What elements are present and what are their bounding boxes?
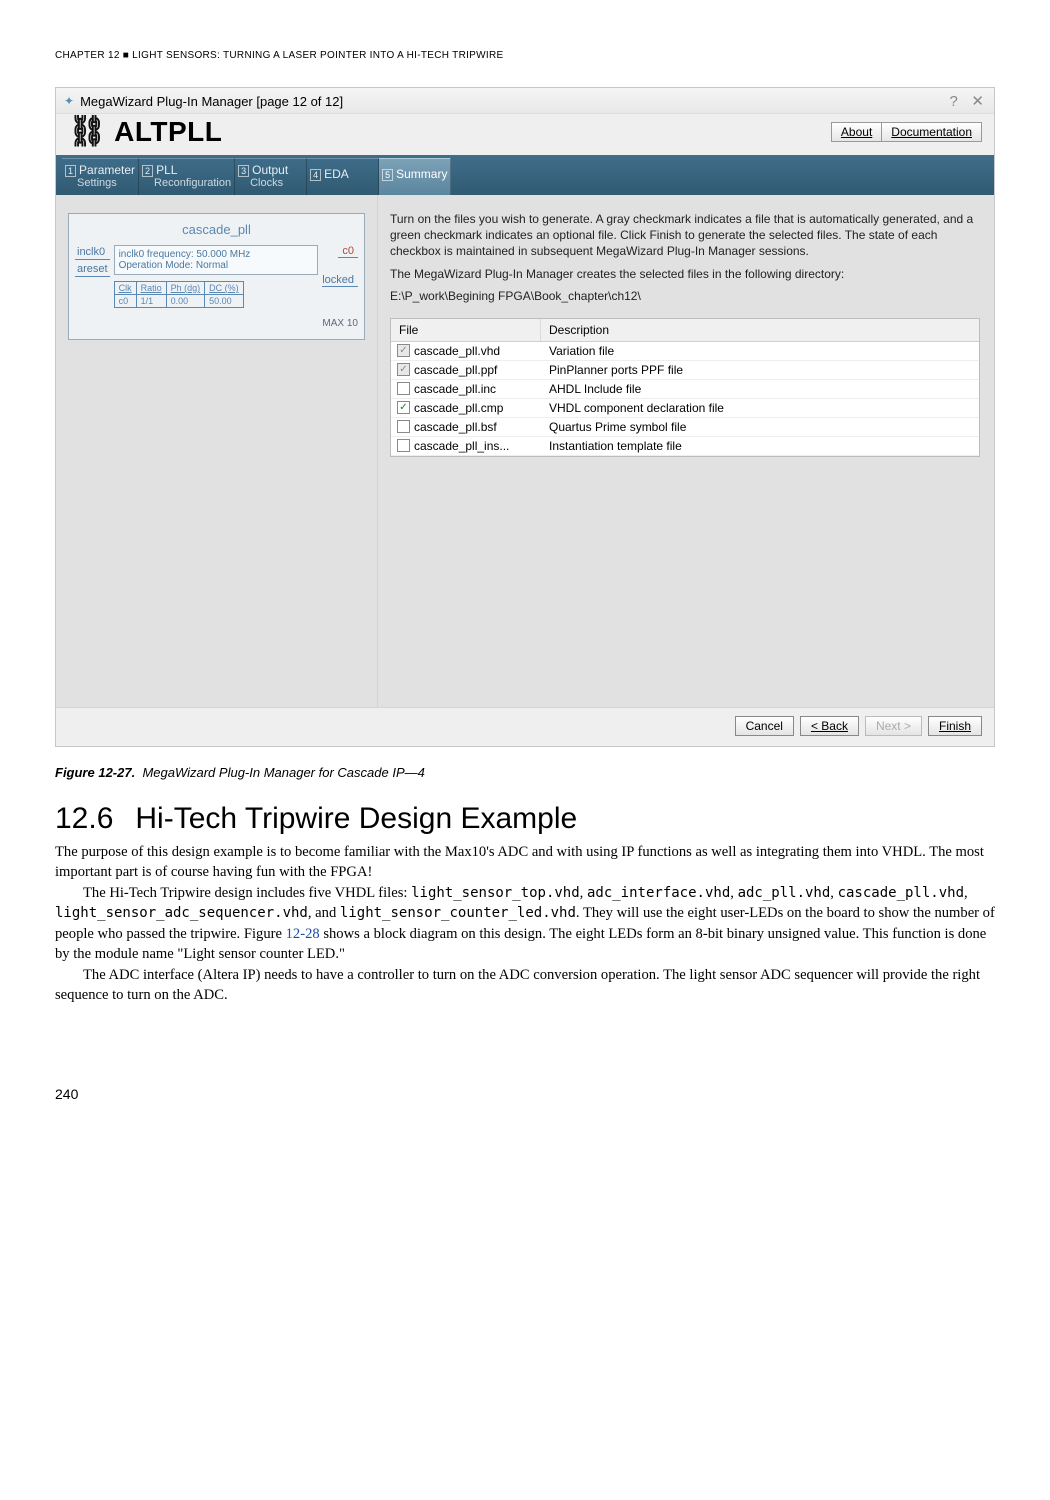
about-button[interactable]: About — [831, 122, 881, 142]
file-description: Variation file — [541, 342, 979, 360]
megawizard-window: ✦ MegaWizard Plug-In Manager [page 12 of… — [55, 87, 995, 747]
file-list-table: File Description ✓ cascade_pll.vhd Variati… — [390, 318, 980, 457]
help-icon[interactable]: ? — [949, 93, 957, 110]
window-titlebar: ✦ MegaWizard Plug-In Manager [page 12 of… — [56, 88, 994, 114]
altpll-icon: ⛓ — [68, 114, 106, 149]
block-diagram: cascade_pll inclk0 areset inclk0 frequen… — [68, 213, 365, 340]
tab-pll-reconfig[interactable]: 2PLL Reconfiguration — [139, 158, 235, 195]
tab-strip: 1Parameter Settings 2PLL Reconfiguration… — [56, 155, 994, 195]
file-checkbox[interactable] — [397, 439, 410, 452]
file-description: AHDL Include file — [541, 380, 979, 398]
file-row: cascade_pll.inc AHDL Include file — [391, 380, 979, 399]
tab-parameter-settings[interactable]: 1Parameter Settings — [62, 158, 139, 195]
product-header: ⛓ ALTPLL About Documentation — [56, 114, 994, 155]
file-name: cascade_pll.vhd — [414, 344, 500, 358]
finish-button[interactable]: Finish — [928, 716, 982, 736]
intro-text-2: The MegaWizard Plug-In Manager creates t… — [390, 266, 980, 282]
column-header-file: File — [391, 319, 541, 341]
summary-panel: Turn on the files you wish to generate. … — [378, 195, 994, 707]
device-family-label: MAX 10 — [75, 318, 358, 329]
body-paragraph-3: The ADC interface (Altera IP) needs to h… — [55, 965, 995, 1006]
file-description: Quartus Prime symbol file — [541, 418, 979, 436]
tab-summary[interactable]: 5Summary — [379, 158, 451, 195]
file-description: Instantiation template file — [541, 437, 979, 455]
file-row: ✓ cascade_pll.vhd Variation file — [391, 342, 979, 361]
column-header-description: Description — [541, 319, 979, 341]
section-heading: 12.6Hi-Tech Tripwire Design Example — [55, 802, 995, 836]
file-name: cascade_pll_ins... — [414, 439, 509, 453]
diagram-table: ClkRatioPh (dg)DC (%) c01/10.0050.00 — [114, 281, 244, 308]
diagram-title: cascade_pll — [75, 222, 358, 237]
body-paragraph-2: The Hi-Tech Tripwire design includes fiv… — [55, 883, 995, 965]
file-row: ✓ cascade_pll.cmp VHDL component declarati… — [391, 399, 979, 418]
file-checkbox[interactable] — [397, 382, 410, 395]
signal-areset: areset — [75, 262, 110, 277]
file-checkbox: ✓ — [397, 344, 410, 357]
signal-c0: c0 — [338, 245, 358, 258]
documentation-button[interactable]: Documentation — [881, 122, 982, 142]
file-name: cascade_pll.inc — [414, 382, 496, 396]
file-name: cascade_pll.bsf — [414, 420, 497, 434]
file-description: VHDL component declaration file — [541, 399, 979, 417]
file-checkbox: ✓ — [397, 363, 410, 376]
file-checkbox[interactable] — [397, 420, 410, 433]
preview-panel: cascade_pll inclk0 areset inclk0 frequen… — [56, 195, 378, 707]
file-description: PinPlanner ports PPF file — [541, 361, 979, 379]
file-row: cascade_pll_ins... Instantiation template… — [391, 437, 979, 456]
page-number: 240 — [55, 1086, 995, 1102]
body-text: The purpose of this design example is to… — [55, 842, 995, 1006]
file-name: cascade_pll.ppf — [414, 363, 497, 377]
file-checkbox[interactable]: ✓ — [397, 401, 410, 414]
signal-inclk0: inclk0 — [75, 245, 110, 260]
wizard-footer: Cancel < Back Next > Finish — [56, 707, 994, 746]
diagram-frequency: inclk0 frequency: 50.000 MHz — [119, 249, 314, 260]
tab-output-clocks[interactable]: 3Output Clocks — [235, 158, 307, 195]
diagram-mode: Operation Mode: Normal — [119, 260, 314, 271]
product-name: ALTPLL — [114, 116, 222, 148]
body-paragraph-1: The purpose of this design example is to… — [55, 842, 995, 883]
running-header: CHAPTER 12 ■ LIGHT SENSORS: TURNING A LA… — [55, 50, 995, 61]
figure-ref-link[interactable]: 12-28 — [286, 926, 320, 942]
file-name: cascade_pll.cmp — [414, 401, 503, 415]
back-button[interactable]: < Back — [800, 716, 859, 736]
tab-eda[interactable]: 4EDA — [307, 158, 379, 195]
file-row: ✓ cascade_pll.ppf PinPlanner ports PPF fil… — [391, 361, 979, 380]
close-icon[interactable]: ✕ — [971, 93, 984, 110]
intro-text-1: Turn on the files you wish to generate. … — [390, 211, 980, 260]
output-directory-path: E:\P_work\Begining FPGA\Book_chapter\ch1… — [390, 288, 980, 304]
file-row: cascade_pll.bsf Quartus Prime symbol file — [391, 418, 979, 437]
cancel-button[interactable]: Cancel — [735, 716, 794, 736]
next-button: Next > — [865, 716, 922, 736]
wizard-icon: ✦ — [64, 94, 74, 108]
figure-caption: Figure 12-27. MegaWizard Plug-In Manager… — [55, 765, 995, 780]
signal-locked: locked — [322, 274, 358, 287]
window-title: MegaWizard Plug-In Manager [page 12 of 1… — [80, 94, 343, 109]
